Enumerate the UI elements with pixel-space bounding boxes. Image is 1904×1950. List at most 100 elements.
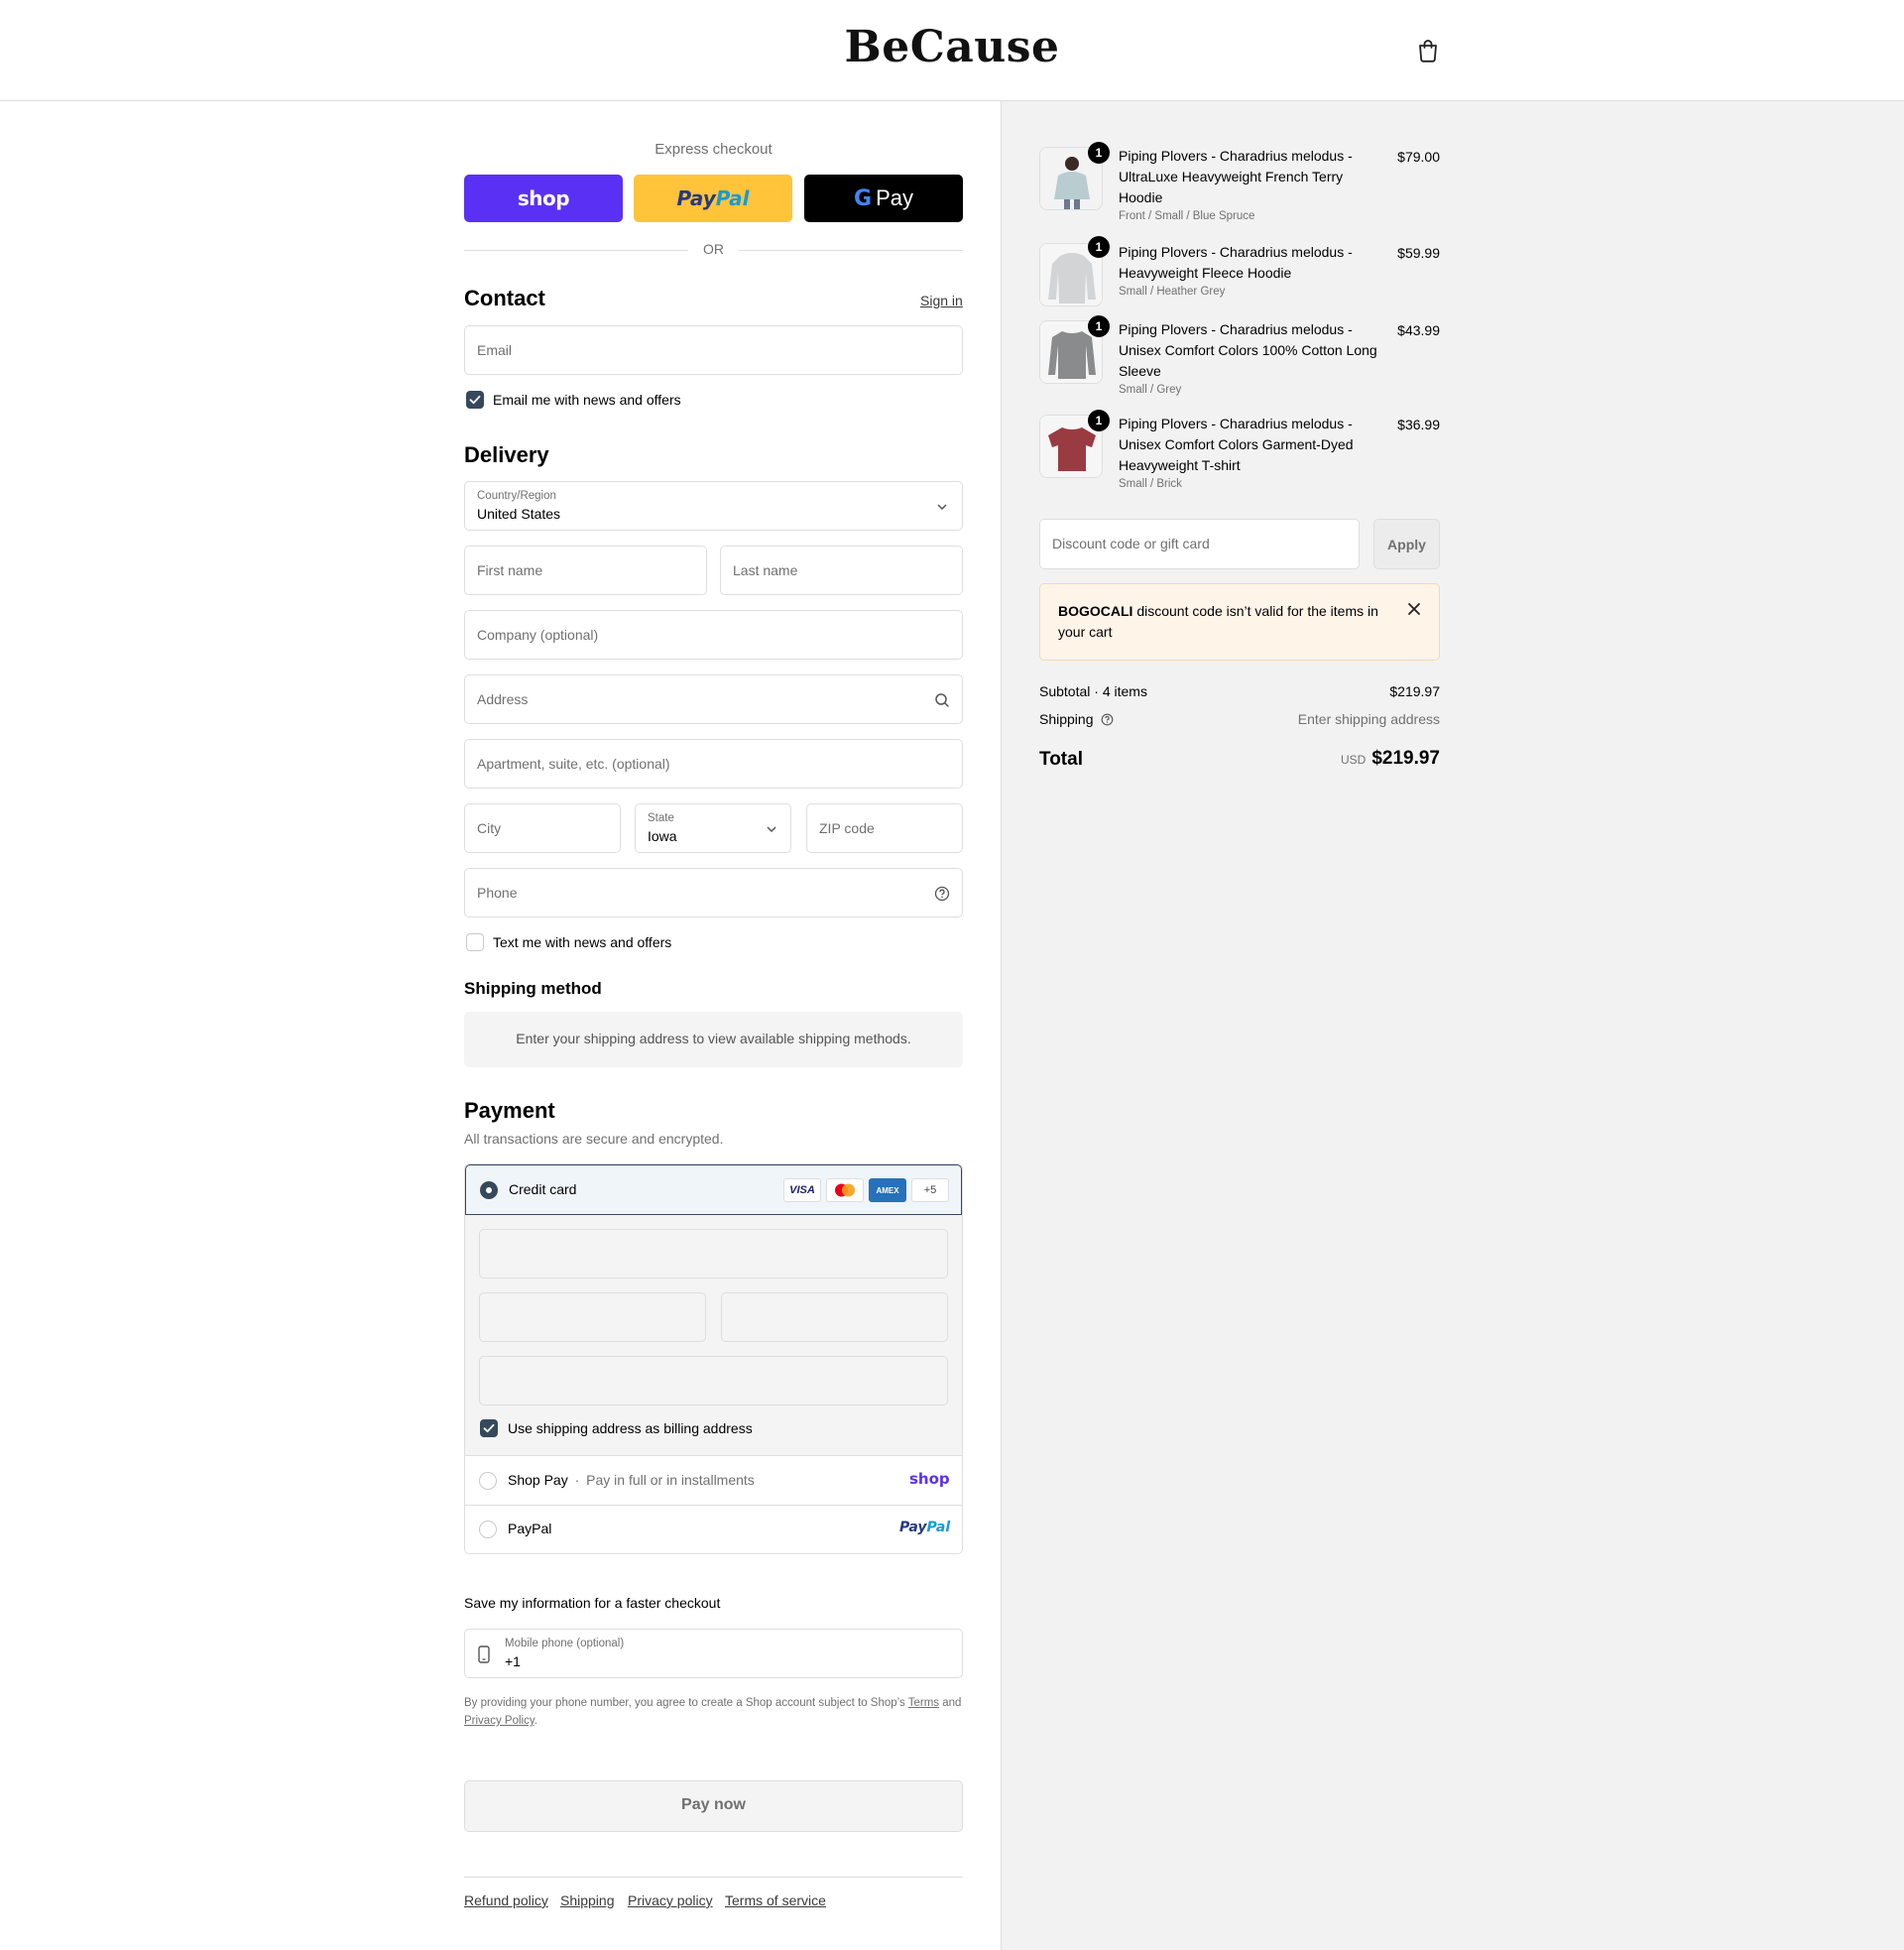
amex-icon: AMEX <box>869 1178 906 1202</box>
shop-privacy-link[interactable]: Privacy Policy <box>464 1715 535 1727</box>
billing-same-checkbox[interactable] <box>480 1419 498 1437</box>
discount-code-input[interactable]: Discount code or gift card <box>1039 519 1360 569</box>
shop-pay-express-button[interactable]: shop <box>464 175 623 222</box>
check-icon <box>469 395 481 405</box>
payment-heading: Payment <box>464 1098 555 1123</box>
terms-of-service-link[interactable]: Terms of service <box>725 1892 826 1908</box>
card-name-field[interactable] <box>479 1356 948 1405</box>
total-currency: USD <box>1340 753 1367 767</box>
shop-pay-radio[interactable] <box>479 1472 497 1490</box>
chevron-down-icon <box>767 826 776 833</box>
product-price: $36.99 <box>1397 417 1440 432</box>
phone-field[interactable]: Phone <box>464 868 963 917</box>
card-cvc-field[interactable] <box>721 1292 948 1342</box>
paypal-label: PayPal <box>508 1521 552 1536</box>
credit-card-label: Credit card <box>509 1181 577 1197</box>
shipping-methods-notice: Enter your shipping address to view avai… <box>464 1012 963 1067</box>
paypal-logo: PayPal <box>899 1520 951 1535</box>
country-value: United States <box>477 506 561 522</box>
last-name-field[interactable]: Last name <box>720 546 963 595</box>
save-info-heading: Save my information for a faster checkou… <box>464 1595 721 1611</box>
mobile-phone-label: Mobile phone (optional) <box>505 1638 625 1649</box>
shop-logo: shop <box>517 186 570 210</box>
state-label: State <box>648 812 674 824</box>
sign-in-link[interactable]: Sign in <box>920 293 963 308</box>
apartment-field[interactable]: Apartment, suite, etc. (optional) <box>464 739 963 789</box>
discount-error-message: BOGOCALI discount code isn’t valid for t… <box>1058 603 1378 640</box>
product-title: Piping Plovers - Charadrius melodus - He… <box>1119 244 1353 281</box>
shopping-bag-icon[interactable] <box>1416 38 1440 63</box>
mastercard-icon <box>826 1178 864 1202</box>
product-price: $59.99 <box>1397 245 1440 261</box>
quantity-badge: 1 <box>1088 236 1110 258</box>
card-number-field[interactable] <box>479 1229 948 1279</box>
city-placeholder: City <box>477 820 502 836</box>
subtotal-label: Subtotal · 4 items <box>1039 683 1147 699</box>
zip-placeholder: ZIP code <box>819 820 875 836</box>
help-circle-icon[interactable] <box>934 886 950 902</box>
delivery-heading: Delivery <box>464 442 549 467</box>
refund-policy-link[interactable]: Refund policy <box>464 1892 548 1908</box>
shop-pay-option[interactable]: Shop Pay · Pay in full or in installment… <box>465 1456 962 1506</box>
paypal-radio[interactable] <box>479 1521 497 1538</box>
country-select[interactable]: Country/Region United States <box>464 481 963 531</box>
help-circle-icon[interactable] <box>1101 713 1114 726</box>
visa-icon: VISA <box>783 1178 821 1202</box>
state-select[interactable]: State Iowa <box>635 803 791 853</box>
quantity-badge: 1 <box>1088 315 1110 337</box>
google-pay-express-button[interactable]: G Pay <box>804 175 963 222</box>
privacy-policy-link[interactable]: Privacy policy <box>628 1892 713 1908</box>
address-placeholder: Address <box>477 691 529 707</box>
close-icon[interactable] <box>1407 602 1421 616</box>
city-field[interactable]: City <box>464 803 621 853</box>
credit-card-radio[interactable] <box>480 1181 498 1199</box>
payment-subtitle: All transactions are secure and encrypte… <box>464 1131 724 1147</box>
shop-terms-notice: By providing your phone number, you agre… <box>464 1697 962 1727</box>
address-field[interactable]: Address <box>464 674 963 724</box>
more-cards-badge: +5 <box>911 1178 949 1202</box>
credit-card-option[interactable]: Credit card VISA AMEX +5 <box>465 1164 962 1215</box>
apply-discount-button[interactable]: Apply <box>1373 519 1440 569</box>
shipping-policy-link[interactable]: Shipping <box>560 1892 615 1908</box>
text-news-checkbox[interactable] <box>466 933 484 951</box>
brand-logo[interactable]: BeCause <box>0 22 1904 72</box>
subtotal-value: $219.97 <box>1389 683 1440 699</box>
email-field[interactable]: Email <box>464 325 963 375</box>
paypal-option[interactable]: PayPal PayPal <box>465 1505 962 1553</box>
shipping-value: Enter shipping address <box>1297 711 1440 727</box>
card-expiry-field[interactable] <box>479 1292 706 1342</box>
company-placeholder: Company (optional) <box>477 627 599 643</box>
mobile-phone-icon <box>478 1645 490 1663</box>
product-price: $43.99 <box>1397 322 1440 338</box>
paypal-logo: PayPal <box>676 186 750 210</box>
shipping-methods-message: Enter your shipping address to view avai… <box>516 1031 911 1046</box>
total-amount: USD $219.97 <box>1341 748 1440 770</box>
product-variant: Small / Brick <box>1119 478 1182 490</box>
payment-methods: Credit card VISA AMEX +5 Use shipping ad… <box>464 1163 963 1554</box>
quantity-badge: 1 <box>1088 410 1110 431</box>
footer-divider <box>464 1877 963 1878</box>
gpay-label: Pay <box>876 185 913 210</box>
product-variant: Small / Heather Grey <box>1119 286 1226 298</box>
company-field[interactable]: Company (optional) <box>464 610 963 660</box>
shop-pay-label: Shop Pay · Pay in full or in installment… <box>508 1472 755 1488</box>
mobile-phone-field[interactable]: Mobile phone (optional) +1 <box>464 1629 963 1678</box>
shop-terms-link[interactable]: Terms <box>908 1697 939 1709</box>
search-icon[interactable] <box>934 692 950 708</box>
first-name-field[interactable]: First name <box>464 546 707 595</box>
google-g-icon: G <box>854 185 873 211</box>
phone-placeholder: Phone <box>477 885 518 901</box>
product-variant: Small / Grey <box>1119 384 1182 396</box>
product-title: Piping Plovers - Charadrius melodus - Un… <box>1119 416 1354 473</box>
product-price: $79.00 <box>1397 149 1440 165</box>
shipping-method-heading: Shipping method <box>464 979 602 998</box>
header: BeCause <box>0 0 1904 101</box>
zip-field[interactable]: ZIP code <box>806 803 963 853</box>
first-name-placeholder: First name <box>477 562 543 578</box>
billing-same-label: Use shipping address as billing address <box>508 1420 753 1436</box>
state-value: Iowa <box>648 828 677 844</box>
paypal-express-button[interactable]: PayPal <box>634 175 792 222</box>
pay-now-button[interactable]: Pay now <box>464 1780 963 1832</box>
quantity-badge: 1 <box>1088 142 1110 164</box>
email-news-checkbox[interactable] <box>466 391 484 409</box>
